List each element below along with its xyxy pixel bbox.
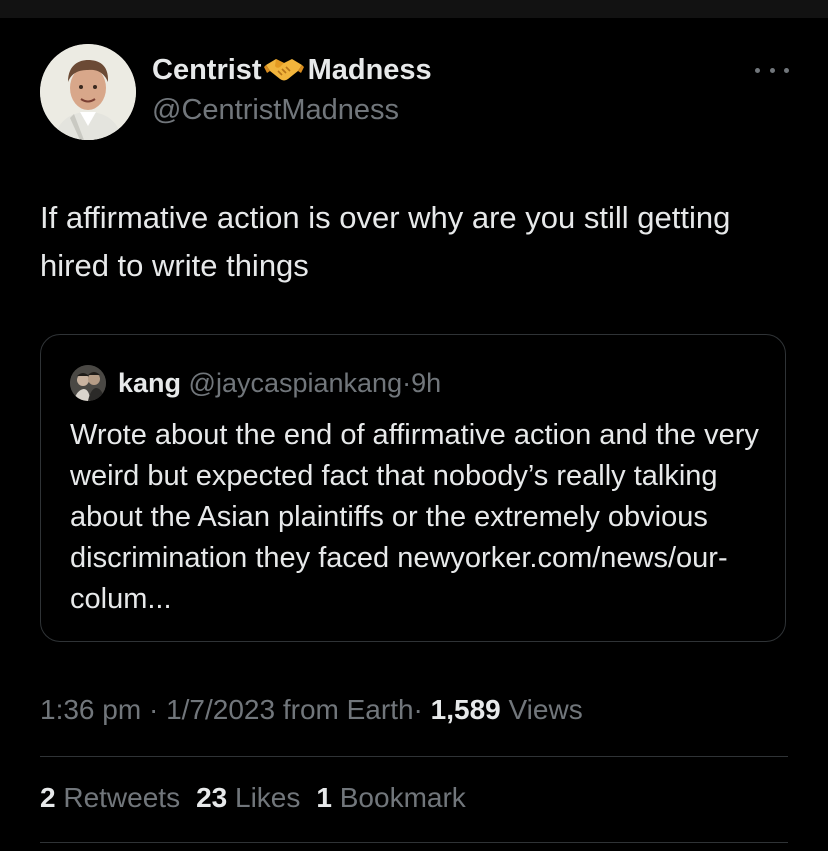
- author-avatar[interactable]: [40, 44, 136, 140]
- more-dot: [769, 67, 775, 73]
- tweet-date[interactable]: 1/7/2023: [166, 694, 275, 725]
- retweets-label: Retweets: [63, 782, 181, 813]
- meta-separator: ·: [413, 694, 423, 725]
- quoted-separator: ·: [402, 368, 412, 398]
- tweet-page: Centrist Madness @CentristMadness If aff…: [0, 0, 828, 851]
- tweet-metadata: 1:36 pm · 1/7/2023 from Earth· 1,589 Vie…: [40, 694, 583, 726]
- more-options-icon[interactable]: [755, 58, 789, 82]
- quoted-author-name[interactable]: kang: [118, 368, 181, 398]
- retweets-count: 2: [40, 782, 56, 813]
- likes-stat[interactable]: 23 Likes: [196, 782, 300, 813]
- tweet-time[interactable]: 1:36 pm: [40, 694, 141, 725]
- handshake-icon: [263, 55, 304, 91]
- author-avatar-image: [40, 44, 136, 140]
- quoted-tweet-card[interactable]: kang @jaycaspiankang·9h Wrote about the …: [40, 334, 786, 642]
- engagement-stats: 2 Retweets 23 Likes 1 Bookmark: [40, 782, 466, 814]
- divider: [40, 842, 788, 843]
- meta-separator: ·: [148, 694, 159, 725]
- display-name-part1: Centrist: [152, 54, 262, 86]
- tweet-text: If affirmative action is over why are yo…: [40, 200, 731, 283]
- quoted-timestamp[interactable]: 9h: [411, 368, 441, 398]
- top-bar: [0, 0, 828, 18]
- display-name-part2: Madness: [307, 54, 432, 86]
- quoted-author-avatar[interactable]: [70, 365, 106, 401]
- bookmarks-label: Bookmark: [339, 782, 466, 813]
- divider: [40, 756, 788, 757]
- bookmarks-stat[interactable]: 1 Bookmark: [316, 782, 465, 813]
- quoted-author-handle[interactable]: @jaycaspiankang: [189, 368, 403, 398]
- quoted-tweet-text: Wrote about the end of affirmative actio…: [70, 419, 759, 615]
- more-dot: [755, 67, 760, 73]
- views-label: Views: [508, 694, 583, 725]
- author-display-name[interactable]: Centrist Madness: [152, 54, 432, 91]
- bookmarks-count: 1: [316, 782, 332, 813]
- quoted-avatar-image: [70, 365, 106, 401]
- likes-count: 23: [196, 782, 228, 813]
- more-dot: [784, 67, 789, 73]
- likes-label: Likes: [235, 782, 301, 813]
- tweet-source: from Earth: [282, 694, 414, 725]
- retweets-stat[interactable]: 2 Retweets: [40, 782, 180, 813]
- views-count: 1,589: [430, 694, 501, 725]
- quoted-header: kang @jaycaspiankang·9h: [118, 368, 441, 399]
- author-handle[interactable]: @CentristMadness: [152, 94, 399, 127]
